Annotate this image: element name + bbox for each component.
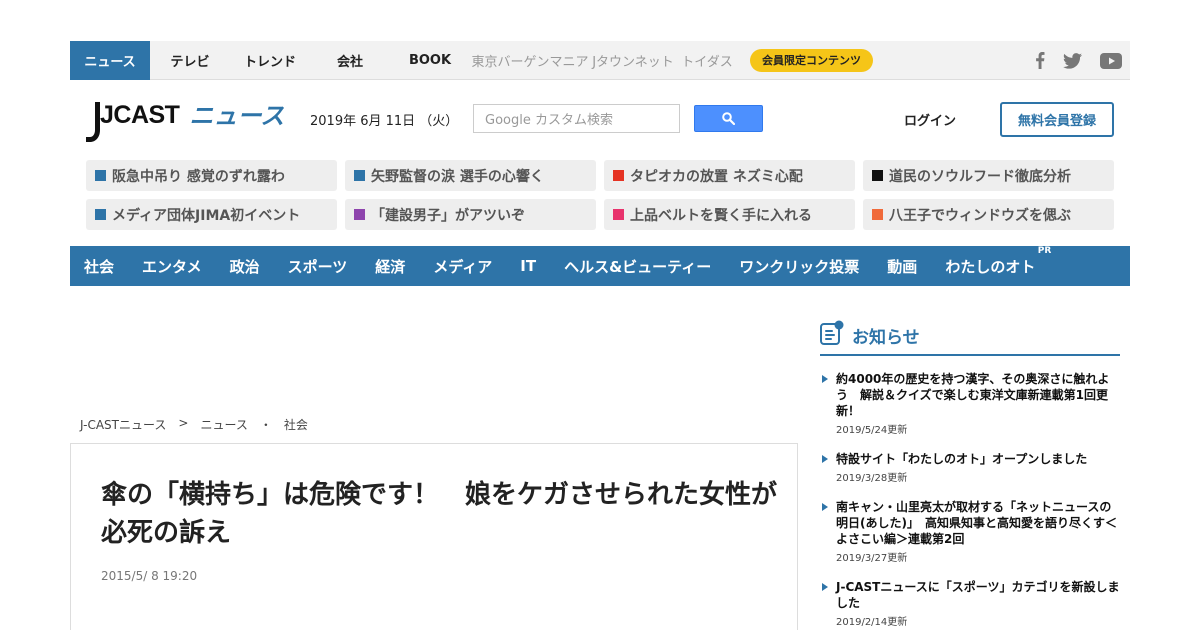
trend-label: 上品ベルトを賢く手に入れる — [630, 207, 812, 224]
notice-item[interactable]: J-CASTニュースに「スポーツ」カテゴリを新設しました 2019/2/14更新 — [820, 579, 1120, 628]
member-content-button[interactable]: 会員限定コンテンツ — [750, 48, 873, 72]
register-button[interactable]: 無料会員登録 — [1000, 102, 1114, 137]
category-watashi-no-oto-label: わたしのオト — [945, 257, 1036, 276]
category-society[interactable]: 社会 — [84, 256, 114, 277]
trend-item[interactable]: メディア団体JIMA初イベント — [86, 199, 337, 230]
trend-label: 矢野監督の涙 選手の心響く — [371, 168, 544, 185]
breadcrumb-separator: > — [178, 416, 189, 430]
tab-trend[interactable]: トレンド — [230, 41, 310, 80]
trend-label: タピオカの放置 ネズミ心配 — [630, 168, 803, 185]
notice-icon — [820, 320, 844, 345]
top-nav-bar: ニュース テレビ トレンド 会社 BOOK 東京バーゲンマニア Jタウンネット … — [70, 40, 1130, 80]
category-media[interactable]: メディア — [433, 256, 492, 277]
pr-badge: PR — [1037, 245, 1052, 256]
trend-item[interactable]: 矢野監督の涙 選手の心響く — [345, 160, 596, 191]
trend-color-marker — [872, 209, 883, 220]
social-links — [1035, 41, 1122, 80]
breadcrumb-separator: ・ — [259, 418, 272, 432]
youtube-icon[interactable] — [1100, 52, 1122, 69]
category-economy[interactable]: 経済 — [375, 256, 405, 277]
category-video[interactable]: 動画 — [887, 256, 917, 277]
notice-date: 2019/5/24更新 — [836, 425, 908, 436]
notice-text: 特設サイト「わたしのオト」オープンしました — [836, 452, 1088, 466]
trend-label: 道民のソウルフード徹底分析 — [889, 168, 1071, 185]
article-timestamp: 2015/5/ 8 19:20 — [101, 569, 198, 583]
article-title: 傘の「横持ち」は危険です！ 娘をケガさせられた女性が必死の訴え — [101, 480, 778, 548]
search-input[interactable]: Google カスタム検索 — [473, 104, 680, 133]
category-watashi-no-oto[interactable]: わたしのオト PR — [945, 246, 1051, 277]
breadcrumb: J-CASTニュース > ニュース ・ 社会 — [80, 416, 308, 433]
bullet-arrow-icon — [822, 503, 828, 511]
logo-jcast-text: JCAST — [100, 101, 180, 129]
tab-company[interactable]: 会社 — [310, 41, 390, 80]
bullet-arrow-icon — [822, 583, 828, 591]
facebook-icon[interactable] — [1035, 52, 1045, 69]
category-entertainment[interactable]: エンタメ — [142, 256, 202, 277]
tab-j-town-net[interactable]: Jタウンネット — [590, 41, 676, 80]
login-link[interactable]: ログイン — [904, 110, 956, 129]
notice-date: 2019/3/27更新 — [836, 553, 908, 564]
category-one-click-poll[interactable]: ワンクリック投票 — [739, 256, 859, 277]
category-nav: 社会 エンタメ 政治 スポーツ 経済 メディア IT ヘルス&ビューティー ワン… — [70, 246, 1130, 286]
current-date: 2019年 6月 11日 （火） — [310, 114, 459, 129]
breadcrumb-society[interactable]: 社会 — [284, 416, 308, 433]
trend-item[interactable]: 八王子でウィンドウズを偲ぶ — [863, 199, 1114, 230]
bullet-arrow-icon — [822, 455, 828, 463]
trend-color-marker — [872, 170, 883, 181]
notice-item[interactable]: 南キャン・山里亮太が取材する「ネットニュースの明日(あした)」 高知県知事と高知… — [820, 499, 1120, 564]
trend-color-marker — [354, 209, 365, 220]
logo-j-mark — [86, 102, 100, 142]
category-health-beauty[interactable]: ヘルス&ビューティー — [564, 256, 711, 277]
search-icon — [722, 112, 735, 125]
category-politics[interactable]: 政治 — [230, 256, 260, 277]
category-it[interactable]: IT — [520, 257, 536, 275]
site-logo[interactable]: JCAST ニュース — [86, 100, 284, 142]
trend-label: 阪急中吊り 感覚のずれ露わ — [112, 168, 285, 185]
notice-date: 2019/2/14更新 — [836, 617, 908, 628]
article-card: 傘の「横持ち」は危険です！ 娘をケガさせられた女性が必死の訴え 2015/5/ … — [70, 443, 798, 630]
notice-item[interactable]: 約4000年の歴史を持つ漢字、その奥深さに触れよう 解説＆クイズで楽しむ東洋文庫… — [820, 371, 1120, 436]
twitter-icon[interactable] — [1063, 52, 1082, 69]
trend-item[interactable]: 上品ベルトを賢く手に入れる — [604, 199, 855, 230]
notice-text: J-CASTニュースに「スポーツ」カテゴリを新設しました — [836, 580, 1120, 610]
trend-item[interactable]: 「建設男子」がアツいぞ — [345, 199, 596, 230]
trend-label: メディア団体JIMA初イベント — [112, 207, 301, 224]
trend-item[interactable]: タピオカの放置 ネズミ心配 — [604, 160, 855, 191]
notices-header: お知らせ — [820, 320, 1120, 356]
notice-text: 約4000年の歴史を持つ漢字、その奥深さに触れよう 解説＆クイズで楽しむ東洋文庫… — [836, 372, 1110, 418]
trend-color-marker — [613, 170, 624, 181]
breadcrumb-home[interactable]: J-CASTニュース — [80, 416, 166, 433]
trend-item[interactable]: 阪急中吊り 感覚のずれ露わ — [86, 160, 337, 191]
tab-book[interactable]: BOOK — [390, 41, 470, 80]
trend-label: 八王子でウィンドウズを偲ぶ — [889, 207, 1071, 224]
trend-color-marker — [95, 170, 106, 181]
logo-news-text: ニュース — [189, 102, 285, 130]
search-button[interactable] — [694, 105, 763, 132]
notice-date: 2019/3/28更新 — [836, 473, 908, 484]
tab-tokyo-bargain-mania[interactable]: 東京バーゲンマニア — [470, 41, 590, 80]
trend-item[interactable]: 道民のソウルフード徹底分析 — [863, 160, 1114, 191]
trend-color-marker — [613, 209, 624, 220]
tab-news[interactable]: ニュース — [70, 40, 150, 80]
notices-title: お知らせ — [852, 328, 920, 348]
tab-tv[interactable]: テレビ — [150, 41, 230, 80]
tab-toidasu[interactable]: トイダス — [676, 41, 738, 80]
notice-item[interactable]: 特設サイト「わたしのオト」オープンしました 2019/3/28更新 — [820, 451, 1120, 484]
trend-label: 「建設男子」がアツいぞ — [371, 207, 525, 224]
bullet-arrow-icon — [822, 375, 828, 383]
trend-color-marker — [95, 209, 106, 220]
breadcrumb-news[interactable]: ニュース — [200, 416, 247, 433]
trend-color-marker — [354, 170, 365, 181]
notice-text: 南キャン・山里亮太が取材する「ネットニュースの明日(あした)」 高知県知事と高知… — [836, 500, 1117, 546]
category-sports[interactable]: スポーツ — [288, 256, 348, 277]
